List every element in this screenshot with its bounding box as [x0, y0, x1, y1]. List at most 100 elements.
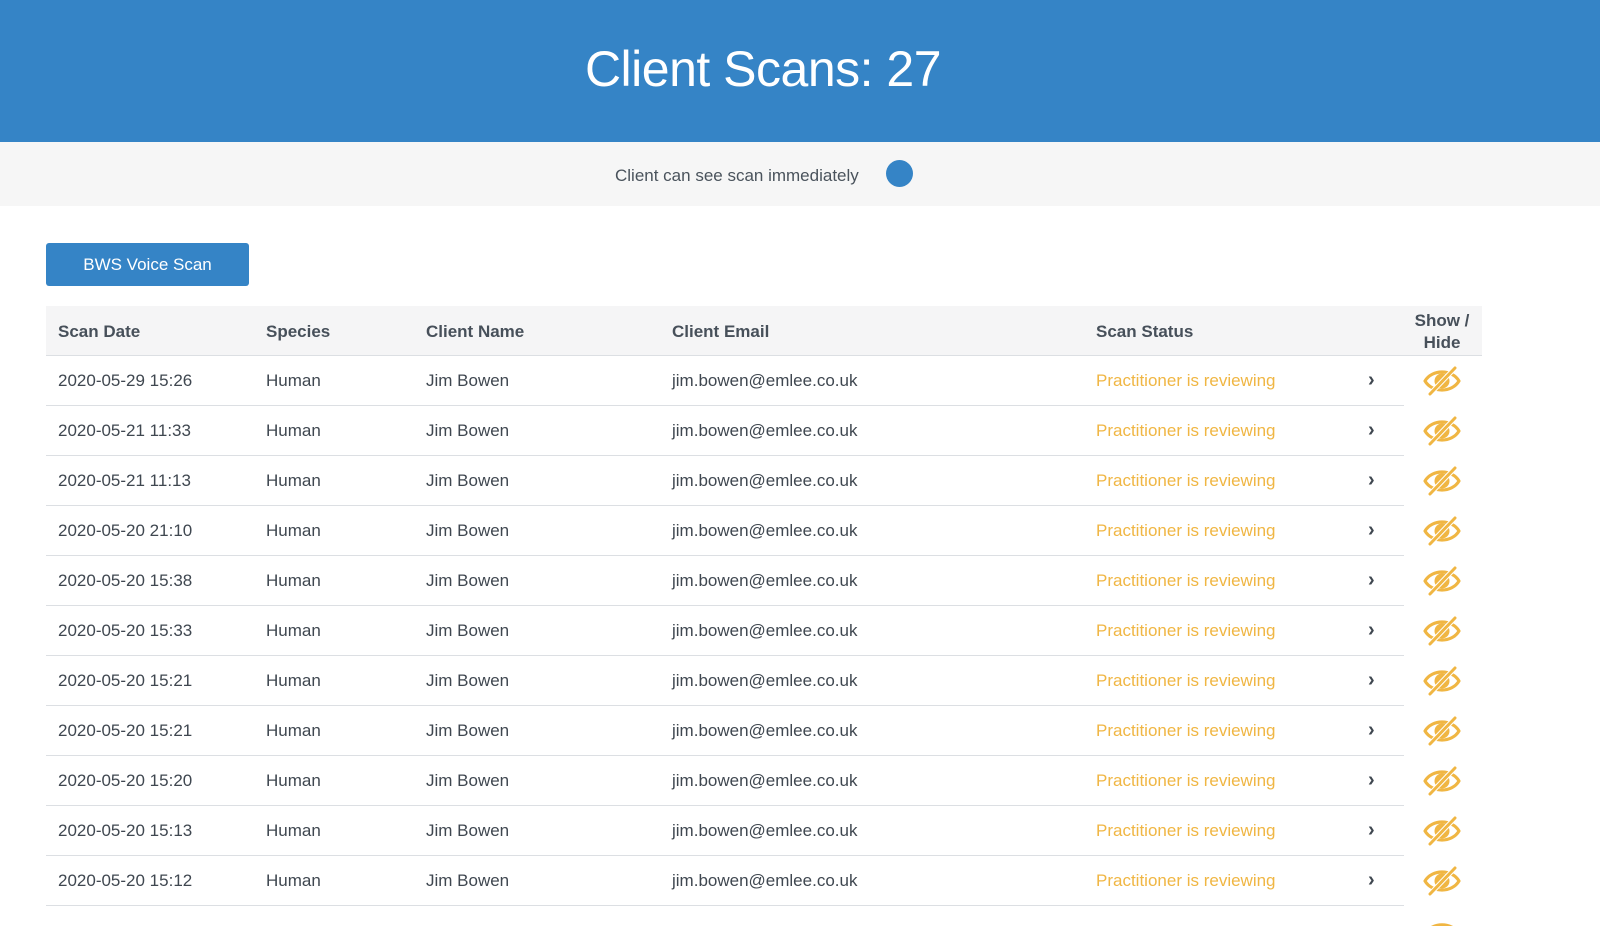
table-row[interactable]: 2020-05-21 11:13 Human Jim Bowen jim.bow…: [46, 456, 1482, 506]
cell-scan-date: 2020-05-21 11:33: [58, 421, 191, 440]
cell-species: Human: [266, 771, 321, 790]
visibility-toggle-bar: Client can see scan immediately: [0, 142, 1600, 206]
chevron-right-icon[interactable]: ›: [1368, 669, 1375, 692]
eye-slash-icon[interactable]: [1422, 713, 1462, 749]
eye-slash-icon[interactable]: [1422, 463, 1462, 499]
chevron-right-icon[interactable]: ›: [1368, 469, 1375, 492]
chevron-right-icon[interactable]: ›: [1368, 419, 1375, 442]
cell-client-email: jim.bowen@emlee.co.uk: [672, 471, 858, 490]
column-header-show-hide-line1: Show /: [1414, 311, 1470, 330]
eye-slash-icon[interactable]: [1422, 613, 1462, 649]
table-row[interactable]: 2020-05-20 15:12 Human Jim Bowen jim.bow…: [46, 856, 1482, 906]
column-header-scan-date[interactable]: Scan Date: [58, 322, 140, 342]
cell-scan-status: Practitioner is reviewing: [1096, 621, 1276, 640]
cell-scan-status: Practitioner is reviewing: [1096, 471, 1276, 490]
page-header: Client Scans: 27: [0, 0, 1600, 142]
cell-client-email: jim.bowen@emlee.co.uk: [672, 871, 858, 890]
cell-client-email: jim.bowen@emlee.co.uk: [672, 721, 858, 740]
column-header-scan-status[interactable]: Scan Status: [1096, 322, 1193, 342]
cell-client-email: jim.bowen@emlee.co.uk: [672, 521, 858, 540]
chevron-right-icon[interactable]: ›: [1368, 569, 1375, 592]
column-header-client-email[interactable]: Client Email: [672, 322, 769, 342]
cell-client-email: jim.bowen@emlee.co.uk: [672, 621, 858, 640]
chevron-right-icon[interactable]: ›: [1368, 819, 1375, 842]
cell-client-email: jim.bowen@emlee.co.uk: [672, 671, 858, 690]
cell-client-email: jim.bowen@emlee.co.uk: [672, 571, 858, 590]
cell-scan-status: Practitioner is reviewing: [1096, 771, 1276, 790]
table-row[interactable]: 2020-05-20 15:20 Human Jim Bowen jim.bow…: [46, 756, 1482, 806]
cell-scan-date: 2020-05-20 15:13: [58, 821, 193, 840]
cell-scan-date: 2020-05-20 15:38: [58, 571, 193, 590]
cell-scan-date: 2020-05-29 15:26: [58, 371, 193, 390]
page-title: Client Scans: 27: [584, 41, 942, 97]
cell-species: Human: [266, 421, 321, 440]
cell-species: Human: [266, 871, 321, 890]
cell-species: Human: [266, 721, 321, 740]
cell-client-name: Jim Bowen: [426, 471, 510, 490]
eye-slash-icon[interactable]: [1422, 763, 1462, 799]
chevron-right-icon[interactable]: ›: [1368, 769, 1375, 792]
cell-scan-date: 2020-05-20 15:12: [58, 871, 193, 890]
cell-scan-status: Practitioner is reviewing: [1096, 871, 1276, 890]
cell-scan-status: Practitioner is reviewing: [1096, 821, 1276, 840]
eye-slash-icon[interactable]: [1422, 363, 1462, 399]
eye-slash-icon[interactable]: [1422, 663, 1462, 699]
table-row[interactable]: 2020-05-29 15:26 Human Jim Bowen jim.bow…: [46, 356, 1482, 406]
table-header: Scan Date Species Client Name Client Ema…: [46, 306, 1482, 356]
cell-scan-date: 2020-05-21 11:13: [58, 471, 191, 490]
chevron-right-icon[interactable]: ›: [1368, 619, 1375, 642]
cell-client-name: Jim Bowen: [426, 871, 510, 890]
cell-scan-status: Practitioner is reviewing: [1096, 671, 1276, 690]
visibility-toggle-label: Client can see scan immediately: [615, 166, 859, 185]
table-row[interactable]: 2020-05-20 15:33 Human Jim Bowen jim.bow…: [46, 606, 1482, 656]
visibility-toggle[interactable]: [886, 160, 913, 187]
cell-client-name: Jim Bowen: [426, 371, 510, 390]
cell-scan-status: Practitioner is reviewing: [1096, 371, 1276, 390]
cell-species: Human: [266, 621, 321, 640]
eye-slash-icon[interactable]: [1422, 563, 1462, 599]
eye-slash-icon-partial: [1422, 916, 1462, 926]
column-header-show-hide-line2: Hide: [1423, 333, 1461, 352]
cell-client-name: Jim Bowen: [426, 521, 510, 540]
table-row[interactable]: 2020-05-20 15:21 Human Jim Bowen jim.bow…: [46, 656, 1482, 706]
column-header-client-name[interactable]: Client Name: [426, 322, 524, 342]
cell-client-name: Jim Bowen: [426, 671, 510, 690]
column-header-species[interactable]: Species: [266, 322, 330, 342]
cell-species: Human: [266, 671, 321, 690]
eye-slash-icon[interactable]: [1422, 413, 1462, 449]
cell-species: Human: [266, 471, 321, 490]
cell-species: Human: [266, 571, 321, 590]
table-row[interactable]: 2020-05-20 15:38 Human Jim Bowen jim.bow…: [46, 556, 1482, 606]
scans-table: Scan Date Species Client Name Client Ema…: [46, 306, 1482, 906]
table-row[interactable]: 2020-05-20 21:10 Human Jim Bowen jim.bow…: [46, 506, 1482, 556]
cell-scan-date: 2020-05-20 15:21: [58, 671, 193, 690]
cell-scan-status: Practitioner is reviewing: [1096, 571, 1276, 590]
chevron-right-icon[interactable]: ›: [1368, 519, 1375, 542]
table-row[interactable]: 2020-05-20 15:13 Human Jim Bowen jim.bow…: [46, 806, 1482, 856]
cell-client-name: Jim Bowen: [426, 721, 510, 740]
bws-voice-scan-button[interactable]: BWS Voice Scan: [46, 243, 249, 286]
table-row[interactable]: 2020-05-21 11:33 Human Jim Bowen jim.bow…: [46, 406, 1482, 456]
cell-client-email: jim.bowen@emlee.co.uk: [672, 771, 858, 790]
cell-scan-date: 2020-05-20 15:20: [58, 771, 193, 790]
cell-scan-date: 2020-05-20 21:10: [58, 521, 193, 540]
cell-client-name: Jim Bowen: [426, 421, 510, 440]
chevron-right-icon[interactable]: ›: [1368, 869, 1375, 892]
cell-client-email: jim.bowen@emlee.co.uk: [672, 421, 858, 440]
eye-slash-icon[interactable]: [1422, 513, 1462, 549]
cell-scan-date: 2020-05-20 15:33: [58, 621, 193, 640]
cell-scan-status: Practitioner is reviewing: [1096, 521, 1276, 540]
cell-species: Human: [266, 371, 321, 390]
row-divider: [46, 905, 1404, 906]
table-body: 2020-05-29 15:26 Human Jim Bowen jim.bow…: [46, 356, 1482, 906]
eye-slash-icon[interactable]: [1422, 863, 1462, 899]
cell-client-email: jim.bowen@emlee.co.uk: [672, 821, 858, 840]
chevron-right-icon[interactable]: ›: [1368, 719, 1375, 742]
cell-species: Human: [266, 521, 321, 540]
cell-client-name: Jim Bowen: [426, 571, 510, 590]
cell-client-email: jim.bowen@emlee.co.uk: [672, 371, 858, 390]
chevron-right-icon[interactable]: ›: [1368, 369, 1375, 392]
eye-slash-icon[interactable]: [1422, 813, 1462, 849]
cell-client-name: Jim Bowen: [426, 821, 510, 840]
table-row[interactable]: 2020-05-20 15:21 Human Jim Bowen jim.bow…: [46, 706, 1482, 756]
